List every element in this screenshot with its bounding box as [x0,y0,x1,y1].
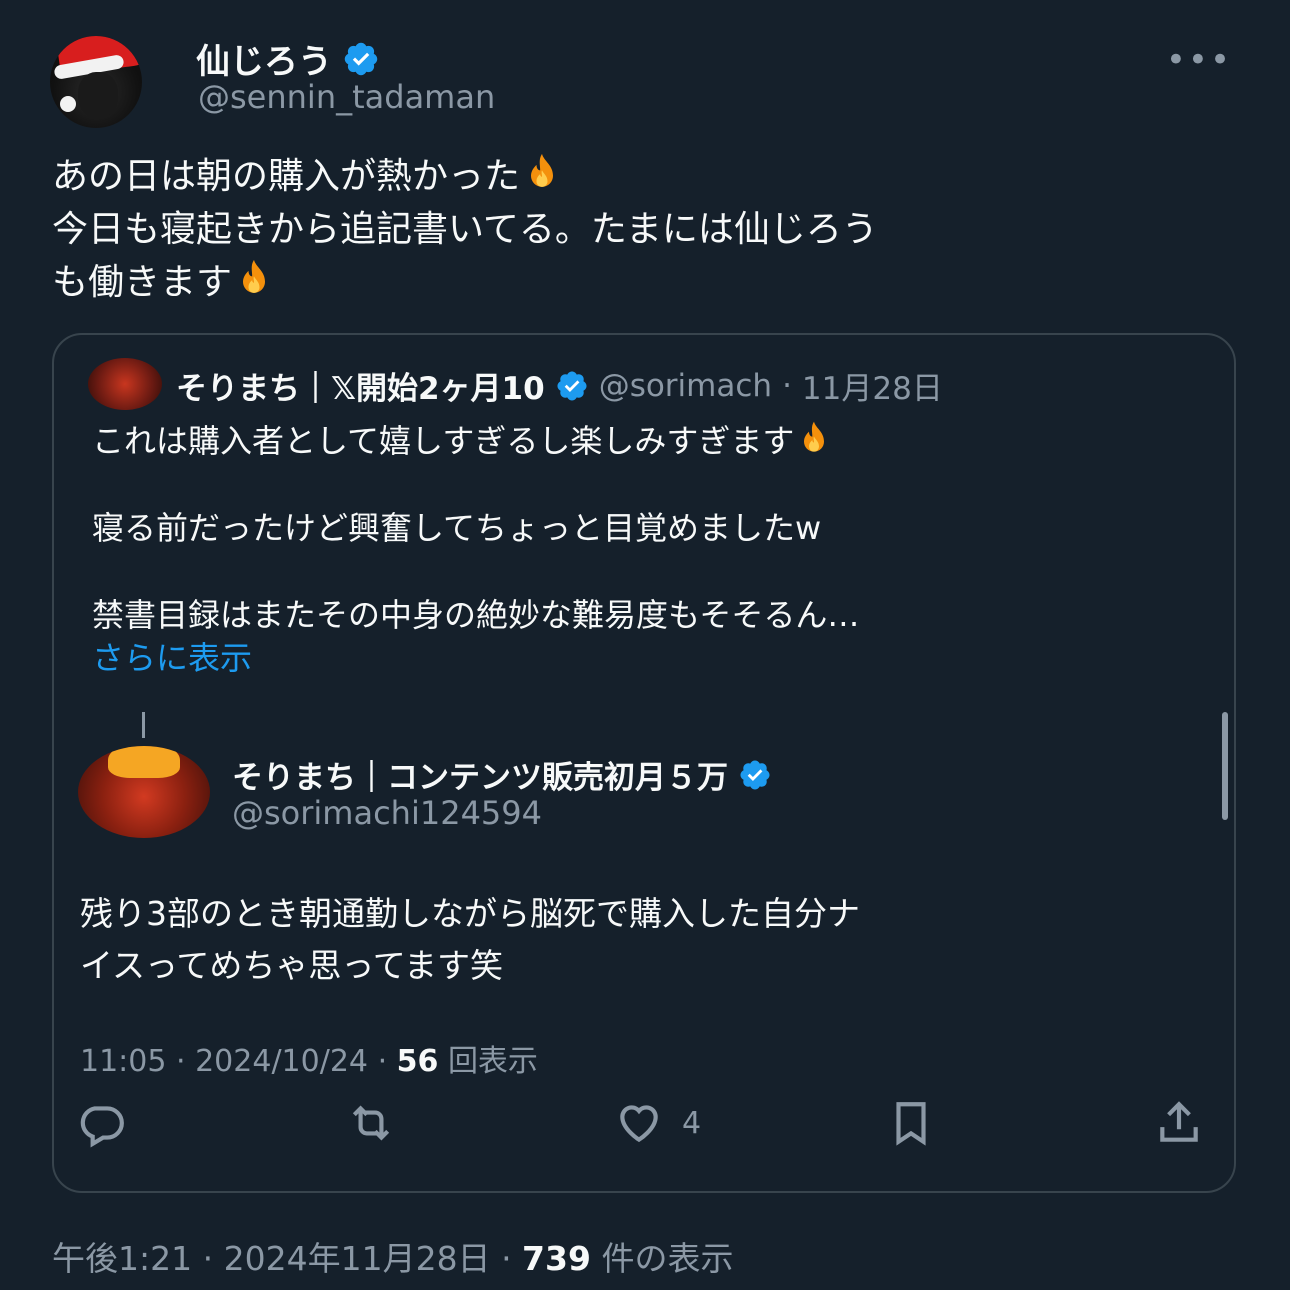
quoted-tweet-header[interactable]: そりまち｜𝕏開始2ヶ月10 @sorimach · 11月28日 [176,363,943,408]
separator-dot: · [782,367,792,404]
santa-hat-pom [60,96,76,112]
quoted-author-avatar[interactable] [88,358,162,410]
inner-author-avatar[interactable] [78,746,210,838]
inner-views-count: 56 [396,1044,439,1079]
fire-emoji-icon [520,152,564,196]
like-count: 4 [682,1105,702,1141]
separator-dot: · [501,1239,523,1278]
tweet-line: 今日も寝起きから追記書いてる。たまには仙じろう [52,203,1242,256]
inner-date[interactable]: 2024/10/24 [195,1044,368,1079]
verified-badge-icon [738,758,772,792]
like-button[interactable]: 4 [614,1098,701,1148]
share-button[interactable] [1154,1098,1204,1148]
inner-tweet-text: 残り3部のとき朝通勤しながら脳死で購入した自分ナ イスってめちゃ思ってます笑 [80,888,1200,992]
tweet-line-text: 今日も寝起きから追記書いてる。たまには仙じろう [52,209,878,250]
fire-emoji-icon [232,258,276,302]
tweet-line-text: あの日は朝の購入が熱かった [52,156,521,197]
verified-badge-icon [555,369,589,403]
quoted-line: これは購入者として嬉しすぎるし楽しみすぎます [92,422,795,460]
author-display-name[interactable]: 仙じろう [196,34,332,83]
separator-dot: · [202,1239,224,1278]
reply-icon [80,1106,124,1148]
author-name-row[interactable]: 仙じろう [196,34,380,83]
quoted-line: 寝る前だったけど興奮してちょっと目覚めましたw [92,509,822,547]
quoted-tweet-text: これは購入者として嬉しすぎるし楽しみすぎます 寝る前だったけど興奮してちょっと目… [92,420,1202,680]
quoted-line: 禁書目録はまたその中身の絶妙な難易度もそそるん… [92,596,860,634]
author-avatar[interactable] [50,36,142,128]
tweet-line: あの日は朝の購入が熱かった [52,150,1242,203]
show-more-link[interactable]: さらに表示 [92,639,252,677]
inner-time[interactable]: 11:05 [80,1044,166,1079]
retweet-button[interactable] [346,1098,396,1148]
more-icon[interactable]: ••• [1166,40,1232,80]
fire-emoji-icon [794,420,834,460]
tweet-line: も働きます [52,256,1242,309]
bookmark-button[interactable] [886,1098,936,1148]
avatar-face [78,72,118,118]
separator-dot: · [176,1044,196,1079]
scrollbar[interactable] [1222,712,1228,820]
inner-author-name-row[interactable]: そりまち｜コンテンツ販売初月５万 [232,752,772,797]
quoted-author-handle[interactable]: @sorimach [599,368,772,404]
share-icon [1160,1101,1198,1142]
like-icon [620,1105,658,1143]
inner-tweet-meta: 11:05 · 2024/10/24 · 56 回表示 [80,1036,538,1080]
thread-connector-line [142,712,145,738]
inner-line: イスってめちゃ思ってます笑 [80,946,504,985]
quoted-author-name[interactable]: そりまち｜𝕏開始2ヶ月10 [176,363,545,408]
bookmark-icon [896,1102,926,1146]
inner-author-name[interactable]: そりまち｜コンテンツ販売初月５万 [232,752,728,797]
avatar-flame-decoration [108,746,180,778]
tweet-footer-meta: 午後1:21 · 2024年11月28日 · 739 件の表示 [52,1232,733,1280]
inner-author-handle[interactable]: @sorimachi124594 [232,794,542,832]
separator-dot: · [377,1044,397,1079]
quoted-tweet-date[interactable]: 11月28日 [802,363,943,408]
verified-badge-icon [342,40,380,78]
reply-button[interactable] [76,1098,126,1148]
inner-views-label: 回表示 [447,1044,538,1079]
author-handle[interactable]: @sennin_tadaman [198,78,495,116]
tweet-line-text: も働きます [52,262,233,303]
retweet-icon [352,1105,390,1141]
tweet-views-count: 739 [522,1239,591,1278]
tweet-time[interactable]: 午後1:21 [52,1239,192,1278]
inner-line: 残り3部のとき朝通勤しながら脳死で購入した自分ナ [80,894,860,933]
tweet-views-label: 件の表示 [601,1239,734,1278]
tweet-date[interactable]: 2024年11月28日 [224,1239,491,1278]
tweet-text: あの日は朝の購入が熱かった 今日も寝起きから追記書いてる。たまには仙じろう も働… [52,150,1242,309]
